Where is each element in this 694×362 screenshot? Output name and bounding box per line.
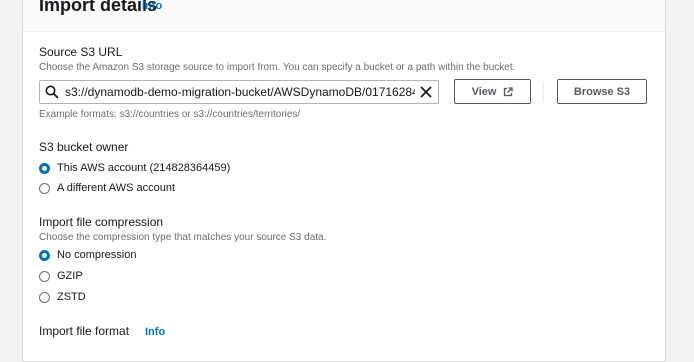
format-info-link[interactable]: Info [145,326,165,338]
radio-label: This AWS account (214828364459) [57,162,231,174]
radio-button-selected[interactable] [39,162,50,174]
button-divider [543,82,544,102]
radio-this-aws-account[interactable]: This AWS account (214828364459) [39,160,230,176]
radio-button-selected[interactable] [39,249,50,261]
radio-zstd[interactable]: ZSTD [39,289,86,305]
s3-url-search-field[interactable] [39,80,439,104]
radio-label: A different AWS account [57,182,176,194]
header-info-link[interactable]: Info [142,0,162,12]
view-button[interactable]: View [454,79,531,104]
external-link-icon [504,86,514,96]
source-s3-url-label: Source S3 URL [39,45,123,59]
search-icon [45,85,59,99]
radio-different-aws-account[interactable]: A different AWS account [39,180,175,196]
radio-no-compression[interactable]: No compression [39,247,136,263]
radio-button[interactable] [39,182,50,194]
panel-title: Import details [39,0,158,15]
import-file-compression-label: Import file compression [39,215,164,229]
radio-button[interactable] [39,291,50,303]
import-file-format-label: Import file format [39,324,130,338]
radio-label: GZIP [57,270,83,282]
view-button-label: View [471,85,497,98]
s3-url-input[interactable] [65,81,415,103]
source-s3-url-description: Choose the Amazon S3 storage source to i… [39,62,516,73]
example-formats-text: Example formats: s3://countries or s3://… [39,109,301,120]
radio-label: No compression [57,249,137,261]
s3-bucket-owner-label: S3 bucket owner [39,140,129,154]
radio-button[interactable] [39,270,50,282]
import-details-panel: Import details Info Source S3 URL Choose… [22,0,666,362]
radio-label: ZSTD [57,291,86,303]
panel-header: Import details Info [23,0,665,32]
radio-gzip[interactable]: GZIP [39,268,83,284]
import-file-compression-description: Choose the compression type that matches… [39,232,327,243]
close-icon[interactable] [420,86,432,98]
browse-s3-button[interactable]: Browse S3 [557,79,647,104]
